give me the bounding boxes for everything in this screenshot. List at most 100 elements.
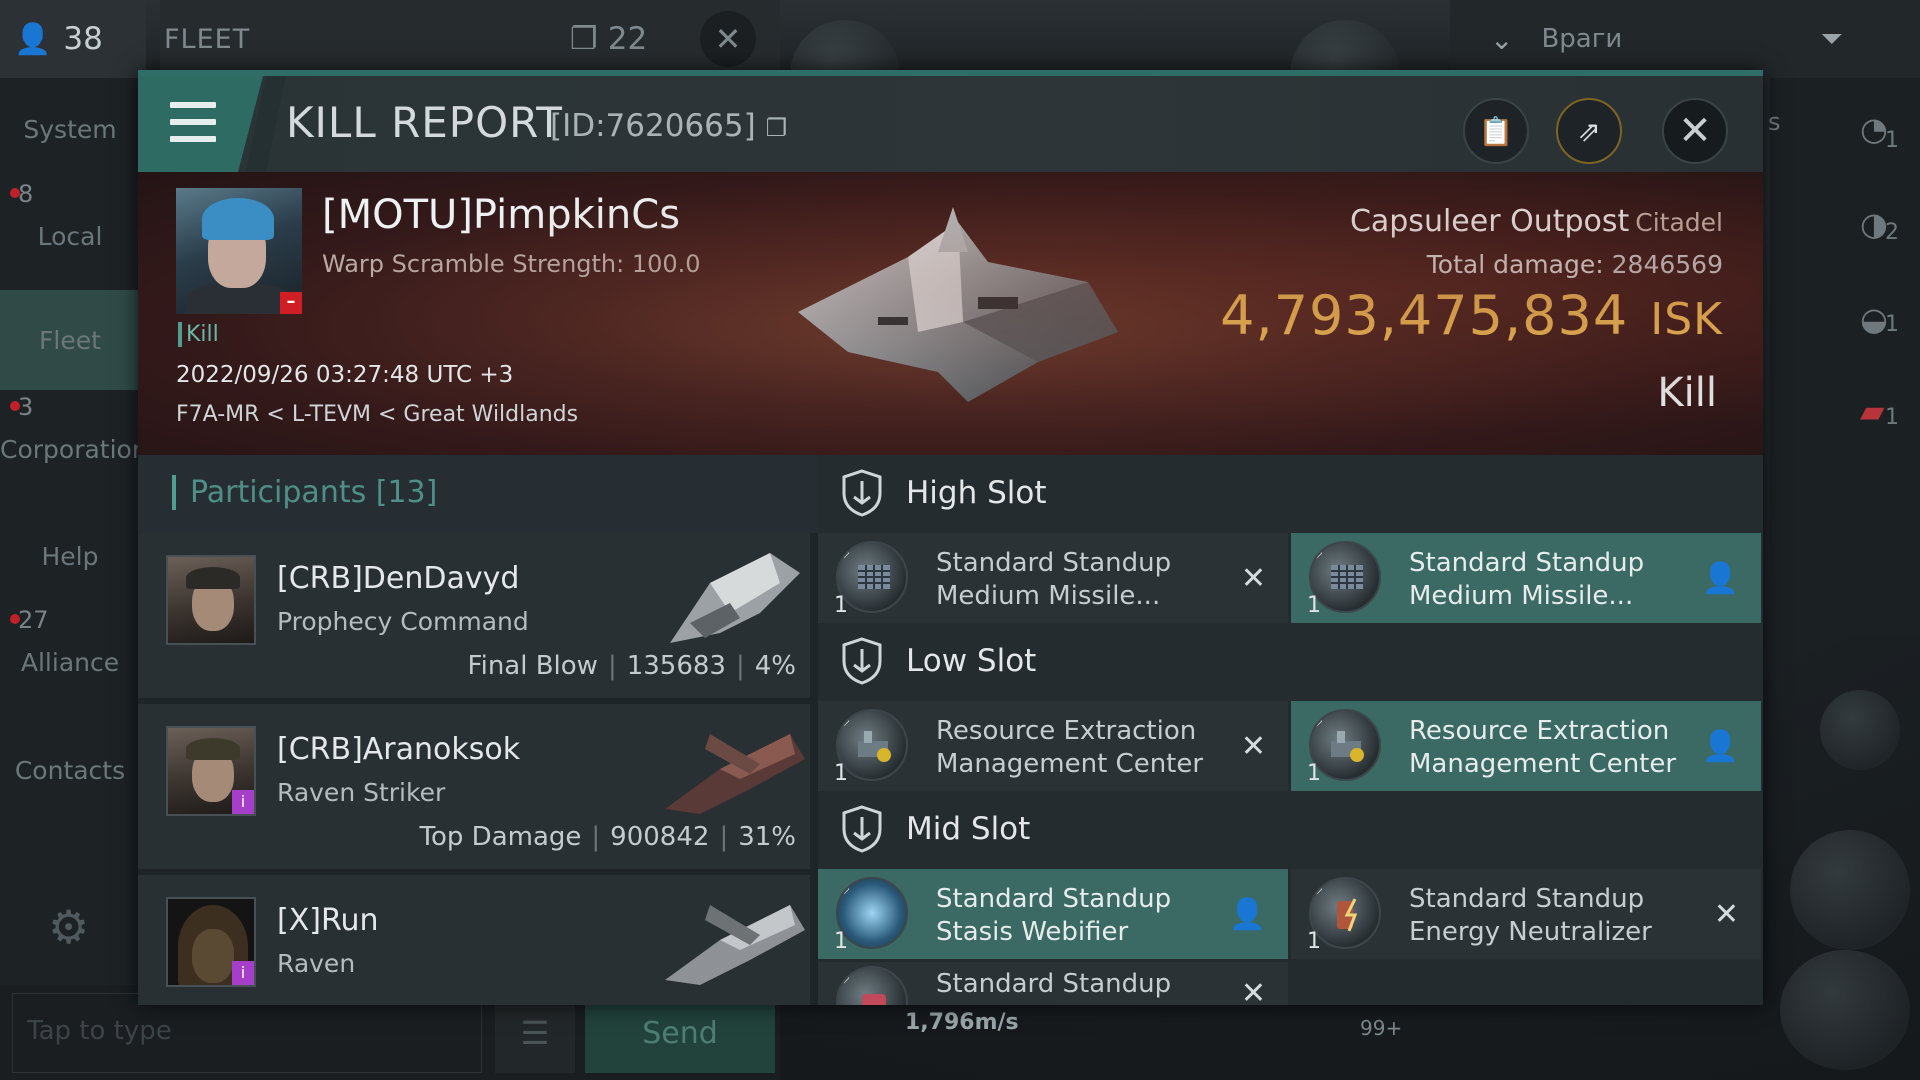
filter-icon[interactable]: ⏷ [1820, 22, 1842, 56]
module-orb-icon[interactable] [1790, 830, 1910, 950]
participant-stats: Final Blow | 135683 | 4% [467, 651, 796, 681]
close-icon: ✕ [1678, 108, 1712, 154]
gear-icon[interactable]: ⚙ [48, 900, 89, 954]
send-button[interactable]: Send [585, 993, 775, 1073]
chevron-down-icon[interactable]: ⌄ [1490, 23, 1513, 56]
result-label: Kill [1657, 370, 1717, 416]
destroyed-icon: ✕ [1240, 561, 1266, 596]
module-item[interactable]: ⛉ 1 Standard Standup Medium Missile... 👤 [1291, 533, 1761, 623]
victim-name[interactable]: [MOTU]PimpkinCs [322, 192, 680, 238]
module-item[interactable]: ⛉ 1 Standard Standup Stasis Webifier 👤 [818, 869, 1288, 959]
avatar[interactable] [166, 555, 256, 645]
module-icon: ⛉ [836, 966, 908, 1005]
warp-scramble-strength: Warp Scramble Strength: 100.0 [322, 250, 701, 278]
module-name: Standard Standup Energy Neutralizer [1409, 884, 1652, 947]
participants-title: Participants [13] [172, 475, 437, 510]
participant-ship: Prophecy Command [277, 607, 529, 636]
avatar[interactable]: i [166, 897, 256, 987]
participant-stats: Top Damage | 900842 | 31% [419, 822, 796, 852]
participant-ship: Raven Striker [277, 778, 446, 807]
module-item[interactable]: ⛉ 1 Standard Standup Medium Missile... ✕ [818, 533, 1288, 623]
sidebar-count-alliance: 27 [10, 606, 49, 634]
sidebar-count-local: 8 [9, 180, 34, 208]
shield-icon [842, 469, 882, 517]
tool-count-1: 1 [1885, 128, 1899, 153]
fleet-count: ❐ 22 [570, 21, 648, 57]
kill-report-header: KILL REPORT [ID:7620665] ❐ 📋 ⇗ ✕ [138, 76, 1763, 172]
pilot-counter[interactable]: 👤 38 [0, 0, 146, 78]
module-item[interactable]: ⛉ 1 Resource Extraction Management Cente… [1291, 701, 1761, 791]
slot-title: Mid Slot [906, 811, 1031, 847]
ship-image [665, 734, 805, 814]
participant-row[interactable]: i [CRB]Aranoksok Raven Striker Top Damag… [138, 704, 810, 872]
module-item[interactable]: ⛉ 1 Resource Extraction Management Cente… [818, 701, 1288, 791]
copy-icon[interactable]: ❐ [766, 114, 788, 142]
tool-count-2: 2 [1885, 220, 1899, 245]
kill-location[interactable]: F7A-MR < L-TEVM < Great Wildlands [176, 402, 578, 427]
sidebar-item-corporation[interactable]: Corporation [0, 435, 148, 464]
module-name: Resource Extraction Management Center [1409, 716, 1677, 779]
clipboard-button[interactable]: 📋 [1463, 98, 1529, 164]
participant-name: [X]Run [277, 903, 379, 938]
page-title: KILL REPORT [286, 98, 563, 147]
participant-name: [CRB]DenDavyd [277, 561, 520, 596]
external-link-icon: ⇗ [1577, 114, 1601, 148]
module-item[interactable]: ⛉ Standard Standup ✕ [818, 962, 1288, 1005]
sidebar-item-system[interactable]: System [0, 115, 140, 144]
citadel-structure-image [798, 207, 1118, 402]
total-damage: Total damage: 2846569 [1426, 250, 1723, 279]
info-badge-icon: i [232, 790, 254, 814]
count-badge: 99+ [1360, 1016, 1403, 1040]
module-qty: 1 [834, 929, 848, 954]
dropped-person-icon: 👤 [1228, 897, 1266, 932]
participant-name: [CRB]Aranoksok [277, 732, 521, 767]
mid-slot-header: Mid Slot [818, 791, 1763, 869]
ship-image [670, 553, 800, 643]
sidebar-item-contacts[interactable]: Contacts [0, 756, 140, 785]
module-item[interactable]: ⛉ 1 Standard Standup Energy Neutralizer … [1291, 869, 1761, 959]
overview-filter-label: Враги [1541, 24, 1623, 54]
isk-value: 4,793,475,834 ISK [1220, 284, 1723, 347]
pilot-count: 38 [63, 21, 103, 57]
sidebar-item-alliance[interactable]: Alliance [0, 648, 140, 677]
dropped-person-icon: 👤 [1701, 561, 1739, 596]
low-slot-header: Low Slot [818, 623, 1763, 701]
clipboard-icon: 📋 [1478, 114, 1514, 148]
tool-icon-2[interactable]: ◑ [1860, 205, 1888, 243]
shield-icon [842, 637, 882, 685]
module-name: Resource Extraction Management Center [936, 716, 1204, 779]
pilot-icon: 👤 [14, 21, 52, 57]
share-button[interactable]: ⇗ [1556, 98, 1622, 164]
close-button[interactable]: ✕ [1662, 98, 1728, 164]
kill-datetime: 2022/09/26 03:27:48 UTC +3 [176, 362, 514, 388]
module-orb-icon[interactable] [1780, 950, 1910, 1070]
participant-row[interactable]: [CRB]DenDavyd Prophecy Command Final Blo… [138, 533, 810, 701]
high-slot-header: High Slot [818, 455, 1763, 533]
tool-icon-4[interactable]: ▰ [1860, 392, 1885, 430]
fleet-bar[interactable]: FLEET ❐ 22 ✕ [160, 0, 780, 78]
avatar[interactable]: i [166, 726, 256, 816]
slot-title: High Slot [906, 475, 1047, 511]
chat-input[interactable]: Tap to type [12, 993, 482, 1073]
report-id[interactable]: [ID:7620665] ❐ [550, 108, 787, 144]
victim-portrait[interactable]: – [176, 188, 302, 314]
fleet-close-icon[interactable]: ✕ [700, 11, 756, 67]
sidebar-item-local[interactable]: Local [0, 222, 140, 251]
tool-icon-1[interactable]: ◔ [1860, 110, 1888, 148]
swap-icon[interactable] [1820, 690, 1900, 770]
chat-menu-icon[interactable]: ☰ [495, 993, 575, 1073]
participant-row[interactable]: i [X]Run Raven [138, 875, 810, 1005]
menu-button[interactable] [138, 76, 263, 172]
dropped-person-icon: 👤 [1701, 729, 1739, 764]
hostile-badge-icon: – [280, 292, 302, 314]
sidebar-item-fleet[interactable]: Fleet [0, 290, 140, 390]
participants-header: Participants [13] [138, 455, 818, 533]
sidebar-item-help[interactable]: Help [0, 542, 140, 571]
overview-filter-bar[interactable]: ⌄ Враги ⏷ [1450, 0, 1920, 78]
tool-icon-3[interactable]: ◒ [1860, 300, 1888, 338]
kill-report-modal: KILL REPORT [ID:7620665] ❐ 📋 ⇗ ✕ – [MOTU… [138, 70, 1763, 1005]
shield-icon [842, 805, 882, 853]
right-tool-column [1770, 78, 1920, 638]
structure-name[interactable]: Capsuleer Outpost Citadel [1350, 204, 1723, 239]
participants-panel: Participants [13] [CRB]DenDavyd Prophecy… [138, 455, 818, 1005]
